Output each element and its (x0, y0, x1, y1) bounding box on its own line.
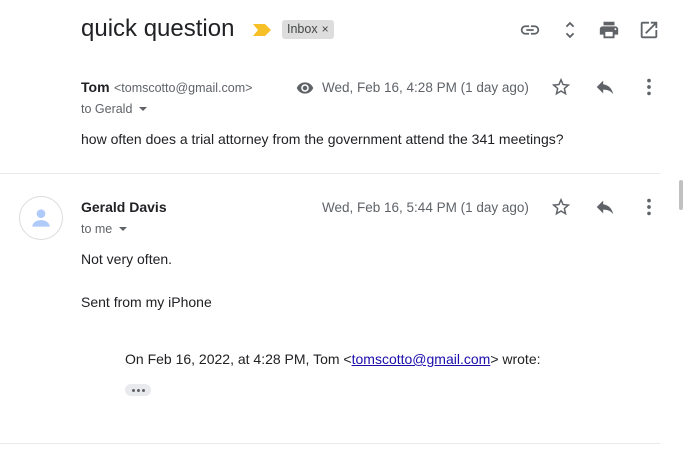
chevron-down-icon (119, 227, 128, 231)
star-icon[interactable] (549, 195, 573, 219)
star-icon[interactable] (549, 75, 573, 99)
quote-suffix: > wrote: (490, 351, 541, 367)
eye-icon (295, 78, 315, 98)
reply-icon[interactable] (593, 75, 617, 99)
email-subject: quick question (81, 15, 235, 42)
quote-email-link[interactable]: tomscotto@gmail.com (352, 351, 491, 367)
recipient-label: to me (81, 222, 113, 236)
quoted-header: On Feb 16, 2022, at 4:28 PM, Tom <tomsco… (125, 351, 541, 367)
more-options-icon[interactable] (637, 195, 661, 219)
message-body-line: Not very often. (81, 251, 173, 267)
recipient-details-toggle[interactable]: to me (81, 222, 128, 236)
recipient-details-toggle[interactable]: to Gerald (81, 102, 148, 116)
sender-email: <tomscotto@gmail.com> (113, 81, 253, 95)
message-date: Wed, Feb 16, 4:28 PM (1 day ago) (322, 80, 529, 95)
message-date: Wed, Feb 16, 5:44 PM (1 day ago) (322, 200, 529, 215)
inbox-label-text: Inbox (287, 22, 318, 36)
avatar (19, 196, 63, 240)
message-body: how often does a trial attorney from the… (81, 131, 564, 147)
remove-label-button[interactable]: × (322, 20, 329, 39)
open-in-new-window-icon[interactable] (637, 18, 661, 42)
message-divider (0, 173, 660, 174)
chevron-down-icon (139, 107, 148, 111)
recipient-label: to Gerald (81, 102, 133, 116)
sender-name: Tom (81, 79, 110, 95)
scrollbar-thumb[interactable] (679, 180, 683, 210)
message-signature: Sent from my iPhone (81, 294, 212, 310)
link-icon[interactable] (518, 18, 542, 42)
message-1-sender: Tom <tomscotto@gmail.com> (81, 79, 252, 97)
sender-name: Gerald Davis (81, 199, 167, 215)
more-options-icon[interactable] (637, 75, 661, 99)
print-icon[interactable] (597, 18, 621, 42)
inbox-label-chip: Inbox × (282, 20, 334, 39)
quote-prefix: On Feb 16, 2022, at 4:28 PM, Tom < (125, 351, 352, 367)
reply-icon[interactable] (593, 195, 617, 219)
expand-collapse-icon[interactable] (558, 18, 582, 42)
person-icon (32, 209, 50, 227)
show-trimmed-content-button[interactable] (125, 384, 151, 396)
importance-marker-icon[interactable] (252, 23, 272, 37)
message-divider (0, 443, 660, 444)
